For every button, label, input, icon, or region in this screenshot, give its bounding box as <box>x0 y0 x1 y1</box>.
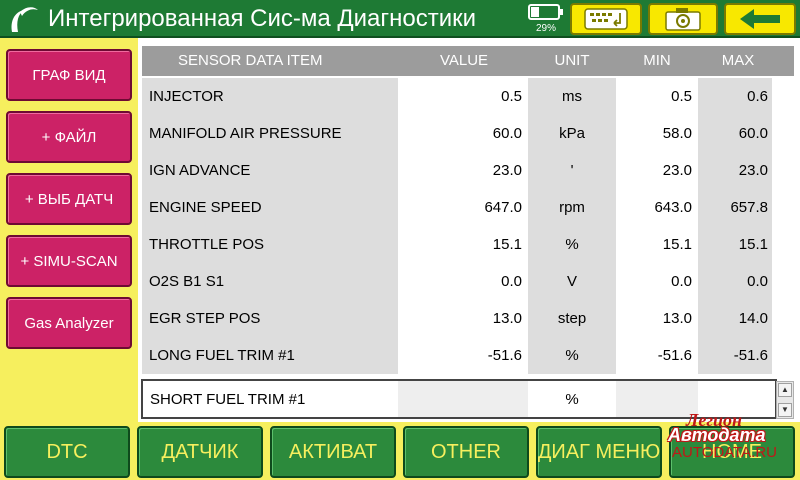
sensor-min: 13.0 <box>662 310 692 327</box>
sensor-unit: % <box>565 391 579 408</box>
title-bar: Интегрированная Сис-ма Диагностики 29% <box>0 0 800 38</box>
sensor-name: INJECTOR <box>149 88 224 105</box>
column-header-max: MAX <box>721 52 755 69</box>
sensor-name: THROTTLE POS <box>149 236 265 253</box>
sensor-name: SHORT FUEL TRIM #1 <box>150 391 306 408</box>
sensor-value: -51.6 <box>487 347 522 364</box>
sensor-unit: ' <box>570 162 574 179</box>
sensor-name: IGN ADVANCE <box>149 162 251 179</box>
sensor-max: 657.8 <box>730 199 768 216</box>
table-row[interactable]: THROTTLE POS 15.1 % 15.1 15.1 <box>142 226 772 263</box>
selected-band-min <box>616 381 698 417</box>
sensor-min: 15.1 <box>662 236 692 253</box>
select-sensor-button[interactable]: + ВЫБ ДАТЧ <box>6 173 132 225</box>
diag-menu-button[interactable]: ДИАГ МЕНЮ <box>536 426 662 478</box>
app-logo-icon <box>11 7 38 32</box>
dtc-button[interactable]: DTC <box>4 426 130 478</box>
sensor-unit: % <box>565 236 579 253</box>
sensor-value: 0.5 <box>501 88 522 105</box>
simu-scan-button[interactable]: + SIMU-SCAN <box>6 235 132 287</box>
sensor-button[interactable]: ДАТЧИК <box>137 426 263 478</box>
scroll-up-icon[interactable]: ▲ <box>778 383 792 397</box>
sensor-min: -51.6 <box>657 347 692 364</box>
sensor-name: EGR STEP POS <box>149 310 261 327</box>
column-header-value: VALUE <box>439 52 489 69</box>
sensor-max: 14.0 <box>738 310 768 327</box>
back-button[interactable] <box>724 3 796 35</box>
sensor-value: 0.0 <box>501 273 522 290</box>
table-scrollbar[interactable]: ▲ ▼ <box>776 381 794 419</box>
sensor-max: 0.6 <box>747 88 768 105</box>
sensor-min: 58.0 <box>662 125 692 142</box>
sensor-max: 15.1 <box>738 236 768 253</box>
battery-fill <box>531 7 539 17</box>
selected-band-max <box>698 381 775 417</box>
scroll-down-icon[interactable]: ▼ <box>778 403 792 417</box>
sensor-value: 23.0 <box>492 162 522 179</box>
activate-button[interactable]: АКТИВАТ <box>270 426 396 478</box>
sensor-value: 60.0 <box>492 125 522 142</box>
sensor-min: 0.5 <box>671 88 692 105</box>
sensor-data-panel: SENSOR DATA ITEM VALUE UNIT MIN MAX INJE… <box>138 38 800 422</box>
selected-table-row[interactable]: SHORT FUEL TRIM #1 % <box>141 379 777 419</box>
table-row[interactable]: EGR STEP POS 13.0 step 13.0 14.0 <box>142 300 772 337</box>
sensor-max: 0.0 <box>747 273 768 290</box>
column-header-unit: UNIT <box>554 52 590 69</box>
selected-band-value <box>398 381 528 417</box>
sensor-value: 15.1 <box>492 236 522 253</box>
sensor-unit: % <box>565 347 579 364</box>
camera-button[interactable] <box>648 3 718 35</box>
sensor-max: 60.0 <box>738 125 768 142</box>
sensor-table-body: INJECTOR 0.5 ms 0.5 0.6 MANIFOLD AIR PRE… <box>142 78 772 374</box>
graph-view-button[interactable]: ГРАФ ВИД <box>6 49 132 101</box>
app-title: Интегрированная Сис-ма Диагностики <box>48 5 477 32</box>
battery-percentage: 29% <box>535 23 556 34</box>
sensor-name: ENGINE SPEED <box>149 199 262 216</box>
sensor-value: 13.0 <box>492 310 522 327</box>
gas-analyzer-button[interactable]: Gas Analyzer <box>6 297 132 349</box>
sensor-name: MANIFOLD AIR PRESSURE <box>149 125 342 142</box>
sensor-name: LONG FUEL TRIM #1 <box>149 347 295 364</box>
sensor-unit: step <box>557 310 587 327</box>
table-row[interactable]: ENGINE SPEED 647.0 rpm 643.0 657.8 <box>142 189 772 226</box>
sensor-unit: ms <box>562 88 582 105</box>
home-button[interactable]: HOME <box>669 426 795 478</box>
sensor-min: 23.0 <box>662 162 692 179</box>
keyboard-button[interactable] <box>570 3 642 35</box>
table-header: SENSOR DATA ITEM VALUE UNIT MIN MAX <box>142 46 794 76</box>
table-row[interactable]: O2S B1 S1 0.0 V 0.0 0.0 <box>142 263 772 300</box>
battery-icon <box>528 4 563 20</box>
sensor-value: 647.0 <box>484 199 522 216</box>
keyboard-icon <box>584 8 628 30</box>
camera-icon <box>665 8 701 31</box>
other-button[interactable]: OTHER <box>403 426 529 478</box>
sensor-min: 0.0 <box>671 273 692 290</box>
column-header-min: MIN <box>643 52 671 69</box>
sensor-max: -51.6 <box>733 347 768 364</box>
sensor-max: 23.0 <box>738 162 768 179</box>
table-row[interactable]: MANIFOLD AIR PRESSURE 60.0 kPa 58.0 60.0 <box>142 115 772 152</box>
sensor-min: 643.0 <box>654 199 692 216</box>
table-row[interactable]: IGN ADVANCE 23.0 ' 23.0 23.0 <box>142 152 772 189</box>
column-header-item: SENSOR DATA ITEM <box>178 52 323 69</box>
sensor-unit: kPa <box>559 125 585 142</box>
back-arrow-icon <box>740 9 780 29</box>
table-row[interactable]: LONG FUEL TRIM #1 -51.6 % -51.6 -51.6 <box>142 337 772 374</box>
file-button[interactable]: + ФАЙЛ <box>6 111 132 163</box>
table-row[interactable]: INJECTOR 0.5 ms 0.5 0.6 <box>142 78 772 115</box>
sensor-unit: rpm <box>559 199 585 216</box>
sensor-unit: V <box>566 273 577 290</box>
sensor-name: O2S B1 S1 <box>149 273 225 290</box>
